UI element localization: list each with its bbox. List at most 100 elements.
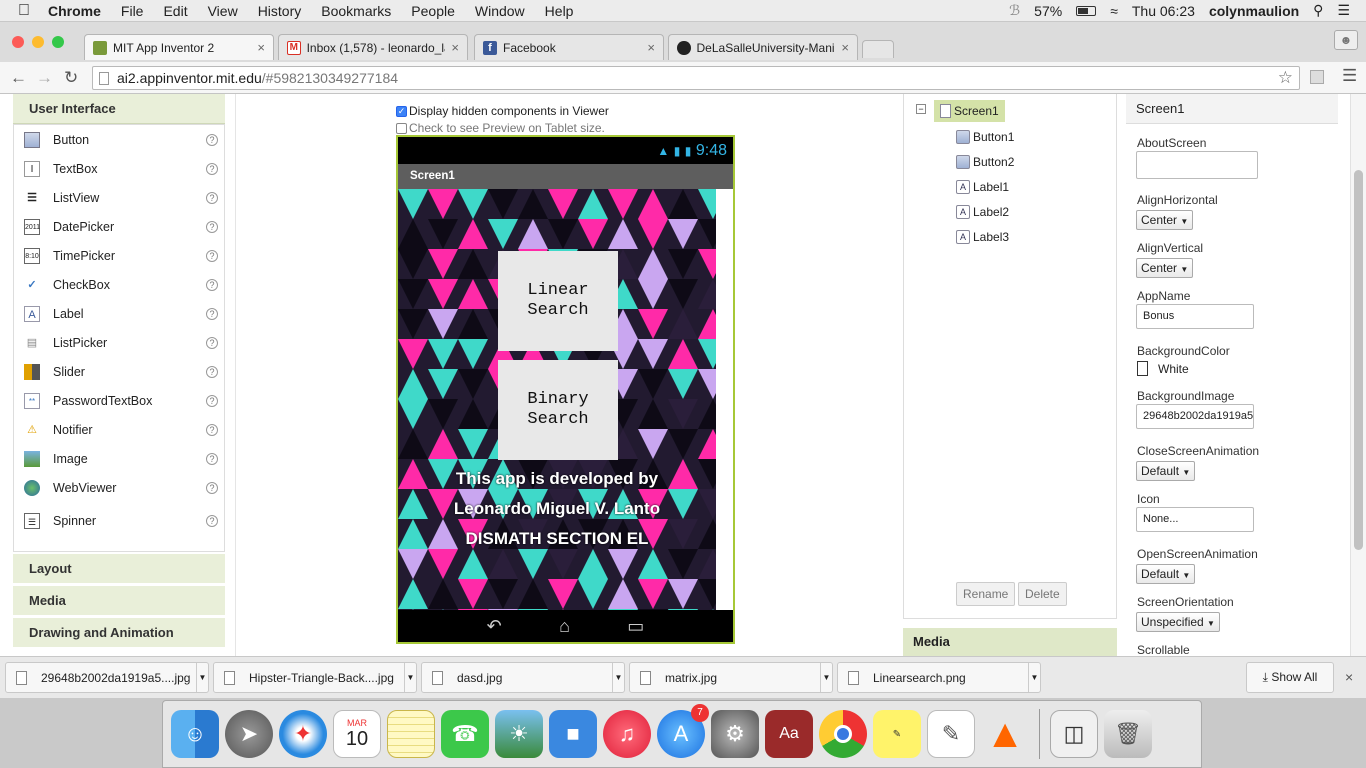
palette-item-listpicker[interactable]: ▤ ListPicker? xyxy=(14,328,224,357)
palette-section-media[interactable]: Media xyxy=(13,586,225,616)
notification-center-icon[interactable]: ☰ xyxy=(1337,2,1350,19)
spotlight-icon[interactable]: ⚲ xyxy=(1313,2,1323,19)
menu-file[interactable]: File xyxy=(121,0,144,22)
textedit-icon[interactable]: ✎ xyxy=(927,710,975,758)
help-icon[interactable]: ? xyxy=(206,514,218,527)
help-icon[interactable]: ? xyxy=(206,278,218,291)
palette-item-label[interactable]: A Label? xyxy=(14,299,224,328)
rename-button[interactable]: Rename xyxy=(956,582,1016,606)
help-icon[interactable]: ? xyxy=(206,220,218,233)
download-item[interactable]: dasd.jpg ▼ xyxy=(421,662,625,693)
tree-item-button2[interactable]: Button2 xyxy=(956,155,1014,169)
help-icon[interactable]: ? xyxy=(206,481,218,494)
address-bar[interactable]: ai2.appinventor.mit.edu/#598213034927718… xyxy=(92,66,1300,90)
launchpad-icon[interactable]: ➤ xyxy=(225,710,273,758)
wifi-icon[interactable]: ≈ xyxy=(1110,3,1118,19)
palette-item-passwordtextbox[interactable]: ** PasswordTextBox? xyxy=(14,386,224,415)
chrome-icon[interactable] xyxy=(819,710,867,758)
download-item[interactable]: Hipster-Triangle-Back....jpg ▼ xyxy=(213,662,417,693)
label1[interactable]: This app is developed by xyxy=(398,469,716,489)
palette-section-layout[interactable]: Layout xyxy=(13,554,225,584)
battery-icon[interactable] xyxy=(1076,5,1097,16)
alignvertical-select[interactable]: Center ▼ xyxy=(1136,258,1194,278)
tab-github[interactable]: DeLaSalleUniversity-Manila × xyxy=(668,34,858,60)
tab-close-icon[interactable]: × xyxy=(451,40,459,55)
bluetooth-icon[interactable]: ℬ xyxy=(1009,2,1020,19)
appname-input[interactable]: Bonus xyxy=(1136,304,1254,329)
tree-item-label3[interactable]: A Label3 xyxy=(956,230,1009,244)
new-tab-button[interactable] xyxy=(862,40,894,58)
download-menu-arrow-icon[interactable]: ▼ xyxy=(404,663,416,692)
window-minimize-icon[interactable] xyxy=(32,36,44,48)
palette-item-timepicker[interactable]: 8:10 TimePicker? xyxy=(14,241,224,270)
help-icon[interactable]: ? xyxy=(206,452,218,465)
bookmark-star-icon[interactable]: ☆ xyxy=(1278,68,1293,88)
finder-icon[interactable]: ☺ xyxy=(171,710,219,758)
tree-item-button1[interactable]: Button1 xyxy=(956,130,1014,144)
download-menu-arrow-icon[interactable]: ▼ xyxy=(612,663,624,692)
menu-view[interactable]: View xyxy=(208,0,238,22)
chrome-menu-icon[interactable]: ☰ xyxy=(1342,66,1357,86)
icon-input[interactable]: None... xyxy=(1136,507,1254,532)
hidden-components-checkbox[interactable]: ✓ xyxy=(396,106,407,118)
tab-close-icon[interactable]: × xyxy=(647,40,655,55)
openscreenanimation-select[interactable]: Default ▼ xyxy=(1136,564,1196,584)
palette-item-datepicker[interactable]: 2011 DatePicker? xyxy=(14,212,224,241)
show-all-downloads-button[interactable]: ⤓ Show All xyxy=(1246,662,1334,693)
stickies-icon[interactable]: ✎ xyxy=(873,710,921,758)
backgroundimage-input[interactable]: 29648b2002da1919a5 xyxy=(1136,404,1254,429)
menu-help[interactable]: Help xyxy=(545,0,574,22)
download-item[interactable]: 29648b2002da1919a5....jpg ▼ xyxy=(5,662,209,693)
aboutscreen-textarea[interactable] xyxy=(1136,151,1258,179)
notes-icon[interactable] xyxy=(387,710,435,758)
download-item[interactable]: matrix.jpg ▼ xyxy=(629,662,833,693)
scrollbar-thumb[interactable] xyxy=(1354,170,1363,550)
iphoto-icon[interactable]: ☀ xyxy=(495,710,543,758)
window-maximize-icon[interactable] xyxy=(52,36,64,48)
help-icon[interactable]: ? xyxy=(206,307,218,320)
help-icon[interactable]: ? xyxy=(206,365,218,378)
vlc-icon[interactable]: ▲ xyxy=(981,710,1029,758)
palette-item-checkbox[interactable]: ✓ CheckBox? xyxy=(14,270,224,299)
menu-history[interactable]: History xyxy=(258,0,302,22)
apple-icon[interactable]:  xyxy=(18,0,30,22)
closescreenanimation-select[interactable]: Default ▼ xyxy=(1136,461,1196,481)
palette-item-image[interactable]: Image? xyxy=(14,444,224,473)
tab-gmail[interactable]: M Inbox (1,578) - leonardo_la × xyxy=(278,34,468,60)
keynote-icon[interactable]: ■ xyxy=(549,710,597,758)
clock[interactable]: Thu 06:23 xyxy=(1132,3,1195,19)
palette-item-listview[interactable]: ☰ ListView? xyxy=(14,183,224,212)
palette-item-notifier[interactable]: ⚠ Notifier? xyxy=(14,415,224,444)
tree-item-screen1[interactable]: Screen1 xyxy=(934,100,1005,122)
palette-header[interactable]: User Interface xyxy=(13,94,225,124)
help-icon[interactable]: ? xyxy=(206,336,218,349)
screen-title-bar[interactable]: Screen1 xyxy=(398,164,733,189)
tree-item-label1[interactable]: A Label1 xyxy=(956,180,1009,194)
back-icon[interactable]: ← xyxy=(10,68,27,88)
help-icon[interactable]: ? xyxy=(206,191,218,204)
window-close-icon[interactable] xyxy=(12,36,24,48)
page-scrollbar[interactable] xyxy=(1350,94,1366,656)
menu-window[interactable]: Window xyxy=(475,0,525,22)
help-icon[interactable]: ? xyxy=(206,133,218,146)
itunes-icon[interactable]: ♫ xyxy=(603,710,651,758)
forward-icon[interactable]: → xyxy=(36,68,53,88)
menu-people[interactable]: People xyxy=(411,0,455,22)
profile-icon[interactable]: ☻ xyxy=(1334,30,1358,50)
palette-section-drawing[interactable]: Drawing and Animation xyxy=(13,618,225,648)
facetime-icon[interactable]: ☎ xyxy=(441,710,489,758)
calendar-icon[interactable]: MAR 10 xyxy=(333,710,381,758)
menu-bookmarks[interactable]: Bookmarks xyxy=(321,0,391,22)
download-menu-arrow-icon[interactable]: ▼ xyxy=(1028,663,1040,692)
download-item[interactable]: Linearsearch.png ▼ xyxy=(837,662,1041,693)
screenorientation-select[interactable]: Unspecified ▼ xyxy=(1136,612,1220,632)
menu-edit[interactable]: Edit xyxy=(163,0,187,22)
hidden-components-option[interactable]: ✓ Display hidden components in Viewer xyxy=(396,104,609,118)
linear-search-button[interactable]: Linear Search xyxy=(498,251,618,351)
appstore-icon[interactable]: A7 xyxy=(657,704,709,758)
tablet-preview-option[interactable]: Check to see Preview on Tablet size. xyxy=(396,121,605,135)
reload-icon[interactable]: ↻ xyxy=(64,68,78,88)
trash-icon[interactable]: 🗑 xyxy=(1104,710,1152,758)
tab-close-icon[interactable]: × xyxy=(841,40,849,55)
system-preferences-icon[interactable]: ⚙ xyxy=(711,710,759,758)
